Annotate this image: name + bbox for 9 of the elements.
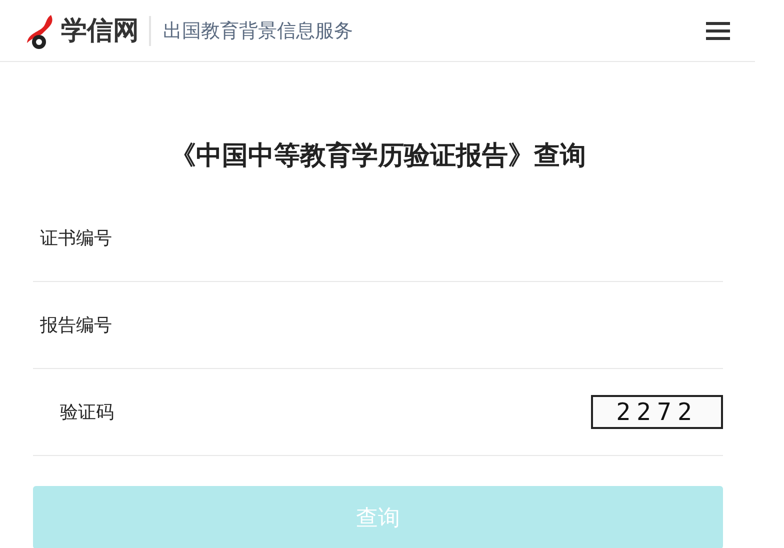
site-tagline: 出国教育背景信息服务 bbox=[163, 18, 353, 44]
field-label: 报告编号 bbox=[40, 314, 113, 337]
page-title: 《中国中等教育学历验证报告》查询 bbox=[169, 140, 587, 173]
field-label: 验证码 bbox=[60, 401, 115, 424]
menu-button[interactable] bbox=[705, 20, 731, 42]
captcha-image[interactable]: 2272 bbox=[591, 395, 723, 429]
menu-icon bbox=[706, 22, 730, 40]
field-label: 证书编号 bbox=[40, 227, 113, 250]
brand-name: 学信网 bbox=[61, 16, 151, 46]
